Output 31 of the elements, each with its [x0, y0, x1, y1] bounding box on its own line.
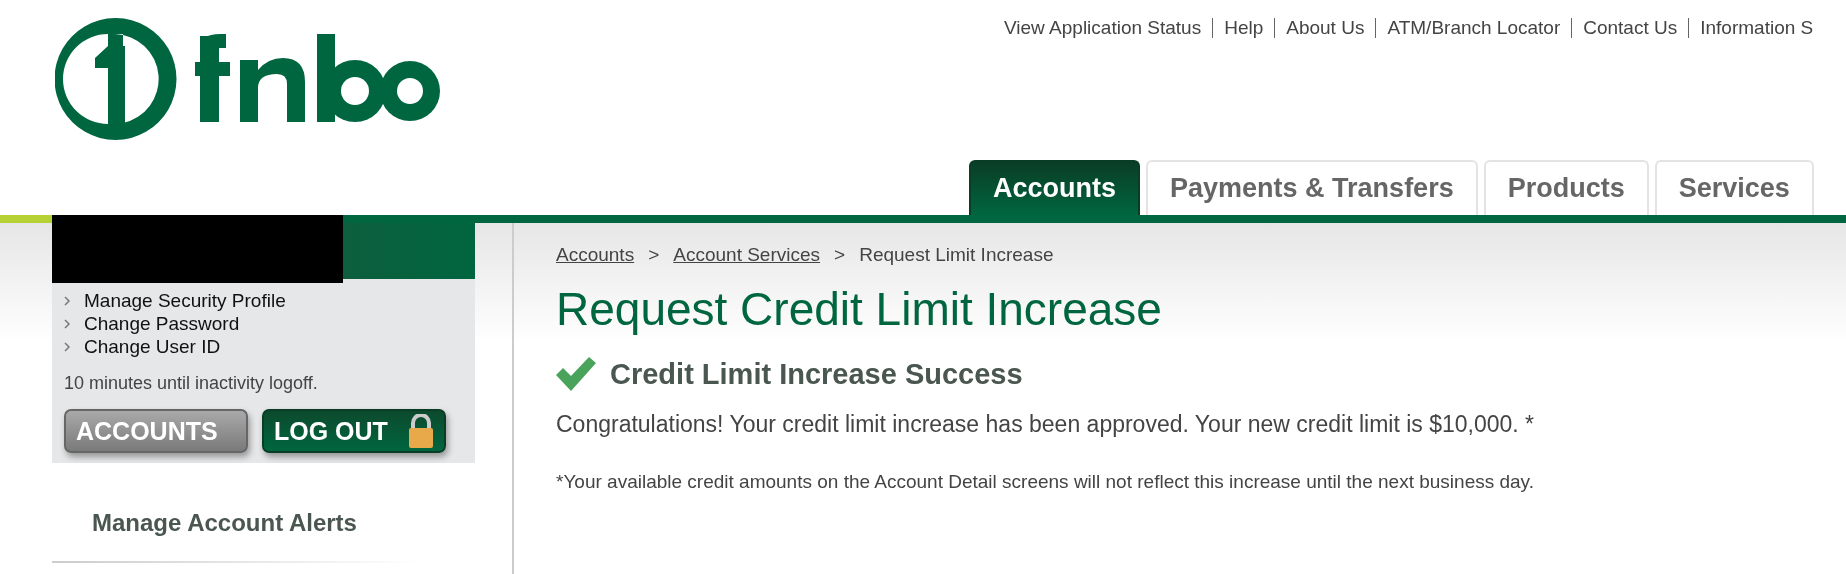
menu-link[interactable]: Change Password	[84, 312, 240, 335]
menu-link[interactable]: Manage Security Profile	[84, 289, 286, 312]
nav-tab[interactable]: Products	[1483, 160, 1649, 215]
checkmark-icon	[556, 357, 596, 392]
chevron-icon	[64, 341, 70, 352]
logoff-notice: 10 minutes until inactivity logoff.	[63, 372, 319, 395]
footnote: *Your available credit amounts on the Account Detail screens will not reflect this increase until the next business day.	[556, 470, 1535, 494]
chevron-icon	[64, 318, 70, 329]
accent-strip	[0, 215, 52, 223]
padlock-icon	[408, 414, 434, 448]
success-heading: Credit Limit Increase Success	[610, 356, 1023, 392]
header-link[interactable]: Information S	[1688, 18, 1825, 38]
header-link[interactable]: Help	[1212, 18, 1275, 38]
chevron-icon	[64, 295, 70, 306]
nav-tab[interactable]: Payments & Transfers	[1146, 160, 1478, 215]
menu-link[interactable]: Change User ID	[84, 335, 221, 358]
breadcrumb-separator: >	[648, 243, 660, 267]
header-link[interactable]: Contact Us	[1571, 18, 1689, 38]
header-link[interactable]: View Application Status	[1004, 18, 1213, 38]
header-link[interactable]: About Us	[1274, 18, 1376, 38]
header-link[interactable]: ATM/Branch Locator	[1375, 18, 1572, 38]
nav-tab[interactable]: Accounts	[969, 160, 1141, 215]
page-title: Request Credit Limit Increase	[556, 281, 1163, 337]
success-message: Congratulations! Your credit limit increase has been approved. Your new credit limit is $10,000. *	[556, 410, 1535, 440]
breadcrumb-separator: >	[834, 243, 846, 267]
logout-button[interactable]: LOG OUT	[262, 409, 446, 453]
breadcrumb-link[interactable]: Account Services	[673, 241, 821, 270]
breadcrumb-link[interactable]: Accounts	[556, 241, 635, 270]
nav-tab[interactable]: Services	[1654, 160, 1814, 215]
breadcrumb-current: Request Limit Increase	[859, 243, 1054, 267]
alerts-heading[interactable]: Manage Account Alerts	[52, 463, 512, 541]
